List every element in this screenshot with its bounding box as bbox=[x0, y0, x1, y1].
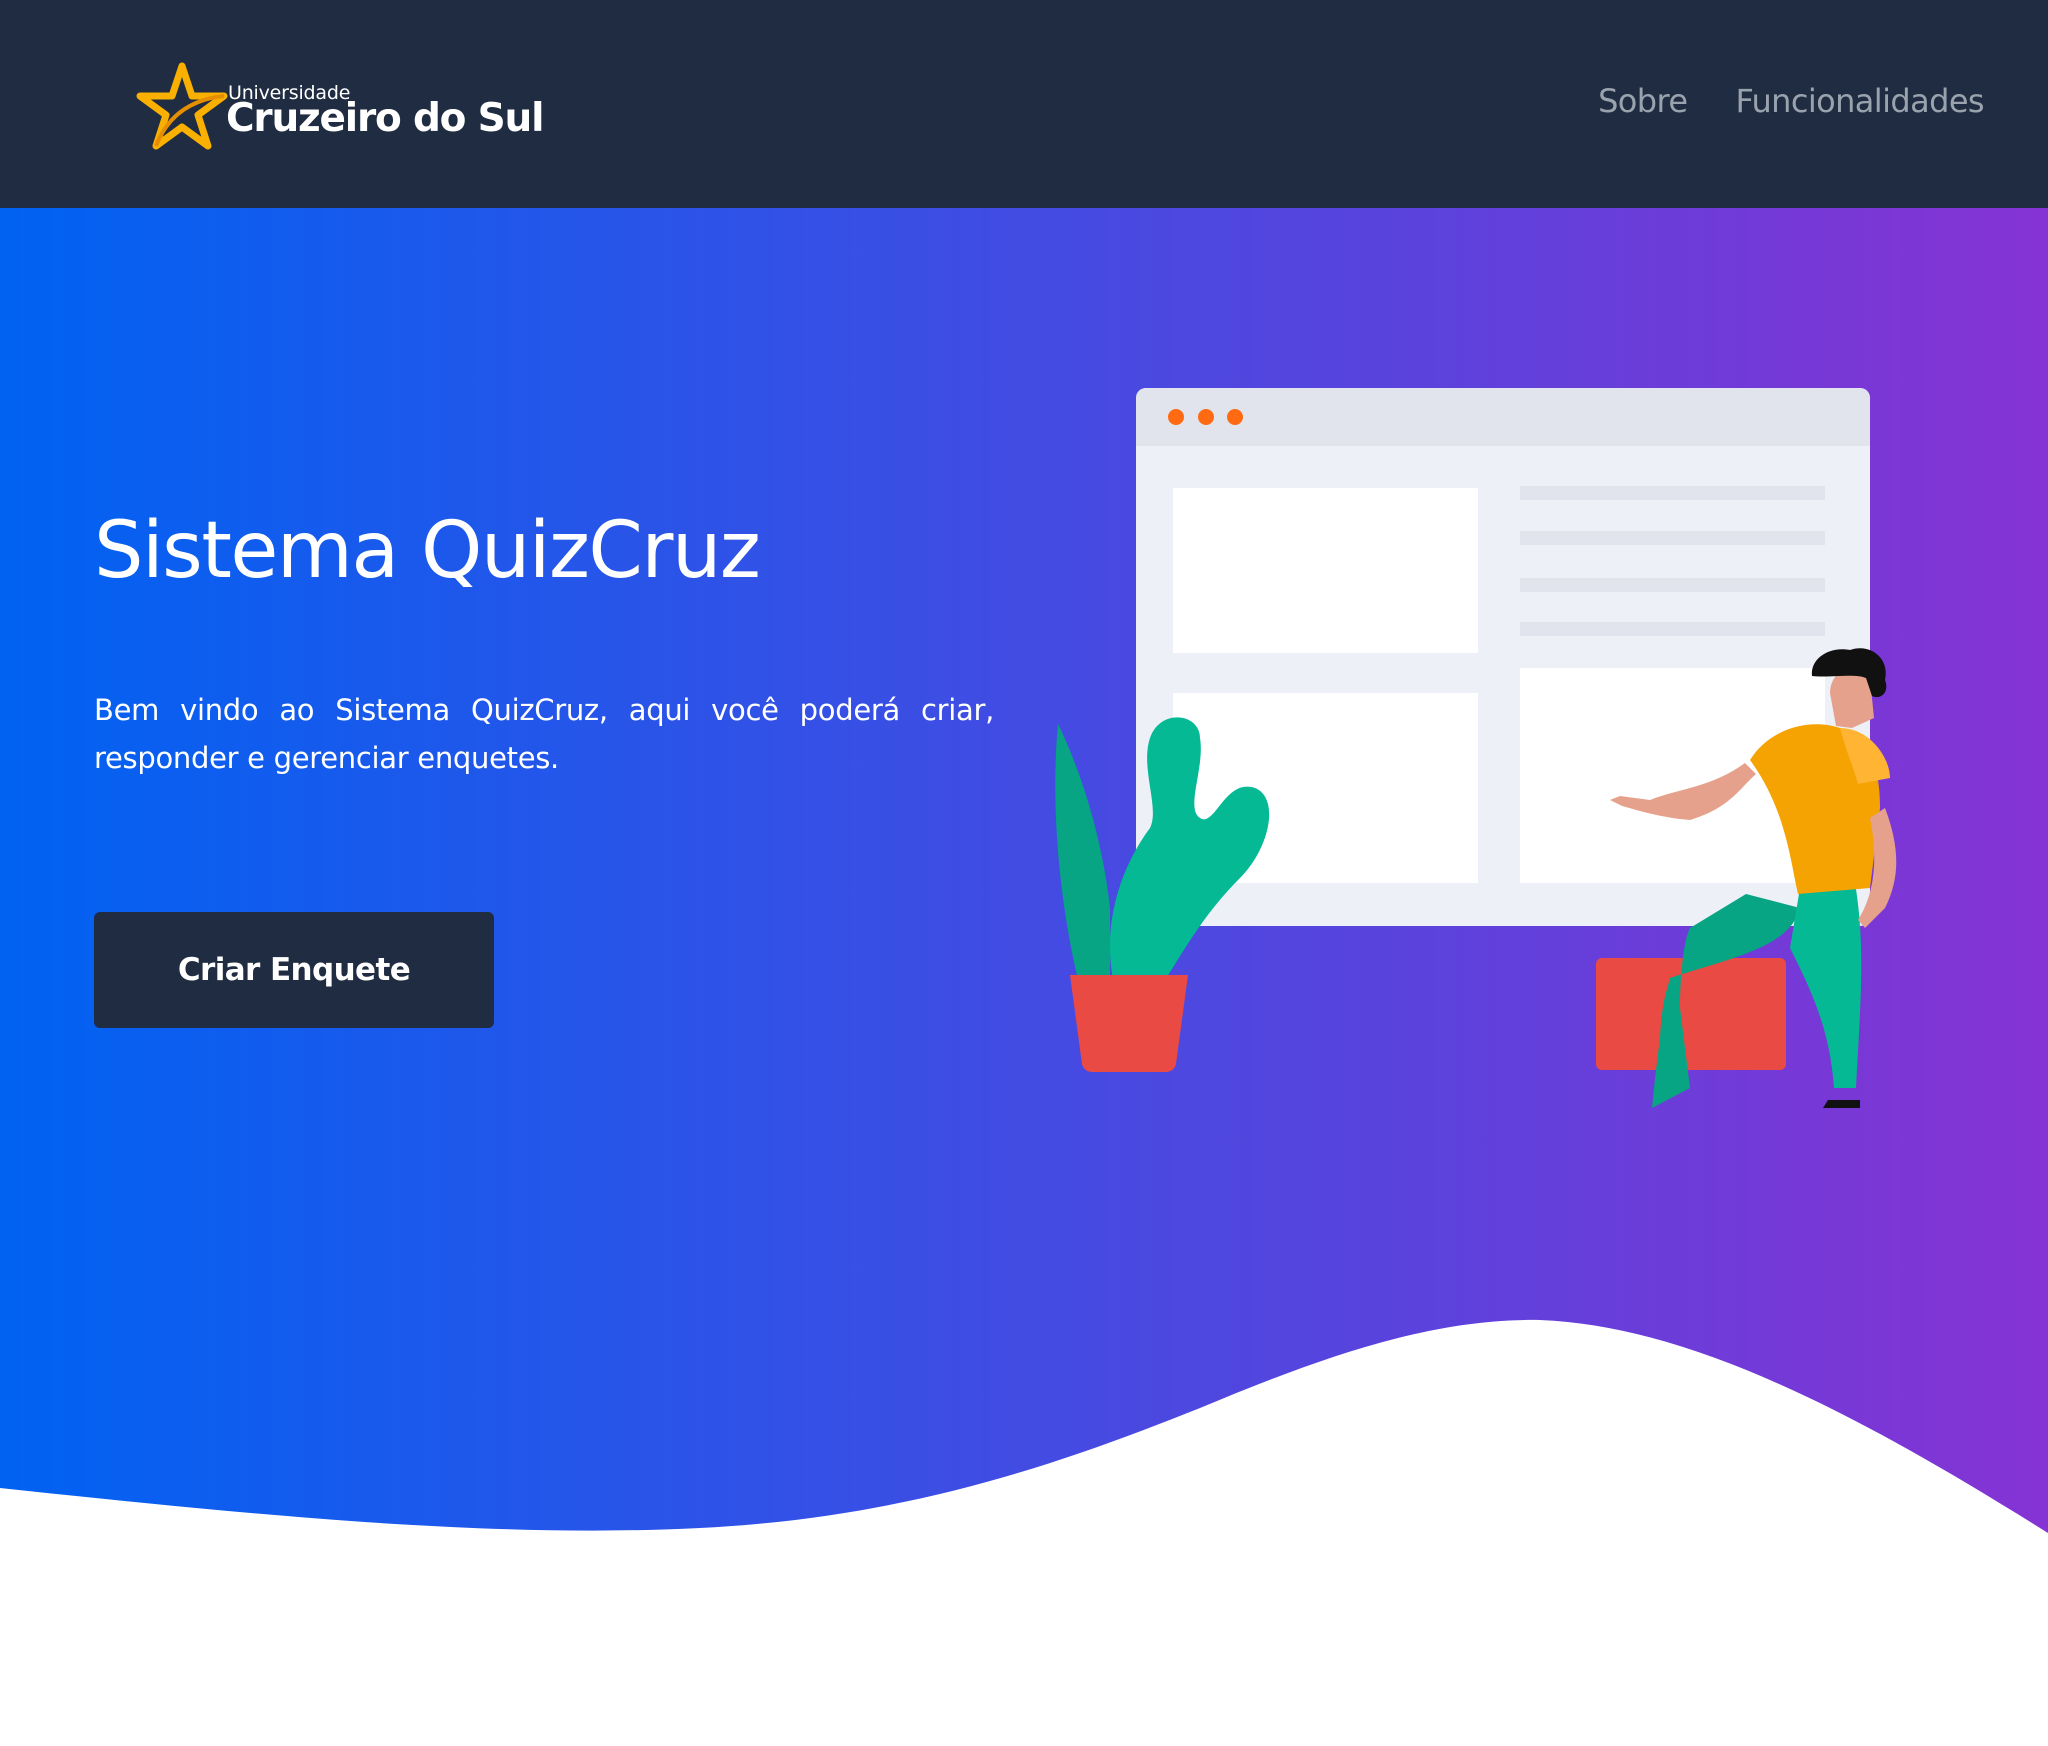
nav-link-sobre[interactable]: Sobre bbox=[1598, 82, 1688, 120]
navbar: Universidade Cruzeiro do Sul Sobre Funci… bbox=[0, 0, 2048, 208]
nav-link-funcionalidades[interactable]: Funcionalidades bbox=[1735, 82, 1984, 120]
hero-section: Sistema QuizCruz Bem vindo ao Sistema Qu… bbox=[0, 208, 2048, 1746]
logo[interactable]: Universidade Cruzeiro do Sul bbox=[136, 56, 544, 156]
nav-links: Sobre Funcionalidades bbox=[1598, 82, 1985, 120]
hero-title: Sistema QuizCruz bbox=[94, 506, 761, 596]
hero-illustration bbox=[1055, 388, 1897, 1108]
hero-description: Bem vindo ao Sistema QuizCruz, aqui você… bbox=[94, 693, 994, 775]
logo-big-text: Cruzeiro do Sul bbox=[226, 96, 544, 141]
box-illustration bbox=[1596, 958, 1786, 1070]
criar-enquete-button[interactable]: Criar Enquete bbox=[94, 912, 494, 1028]
star-logo-icon bbox=[136, 62, 228, 150]
